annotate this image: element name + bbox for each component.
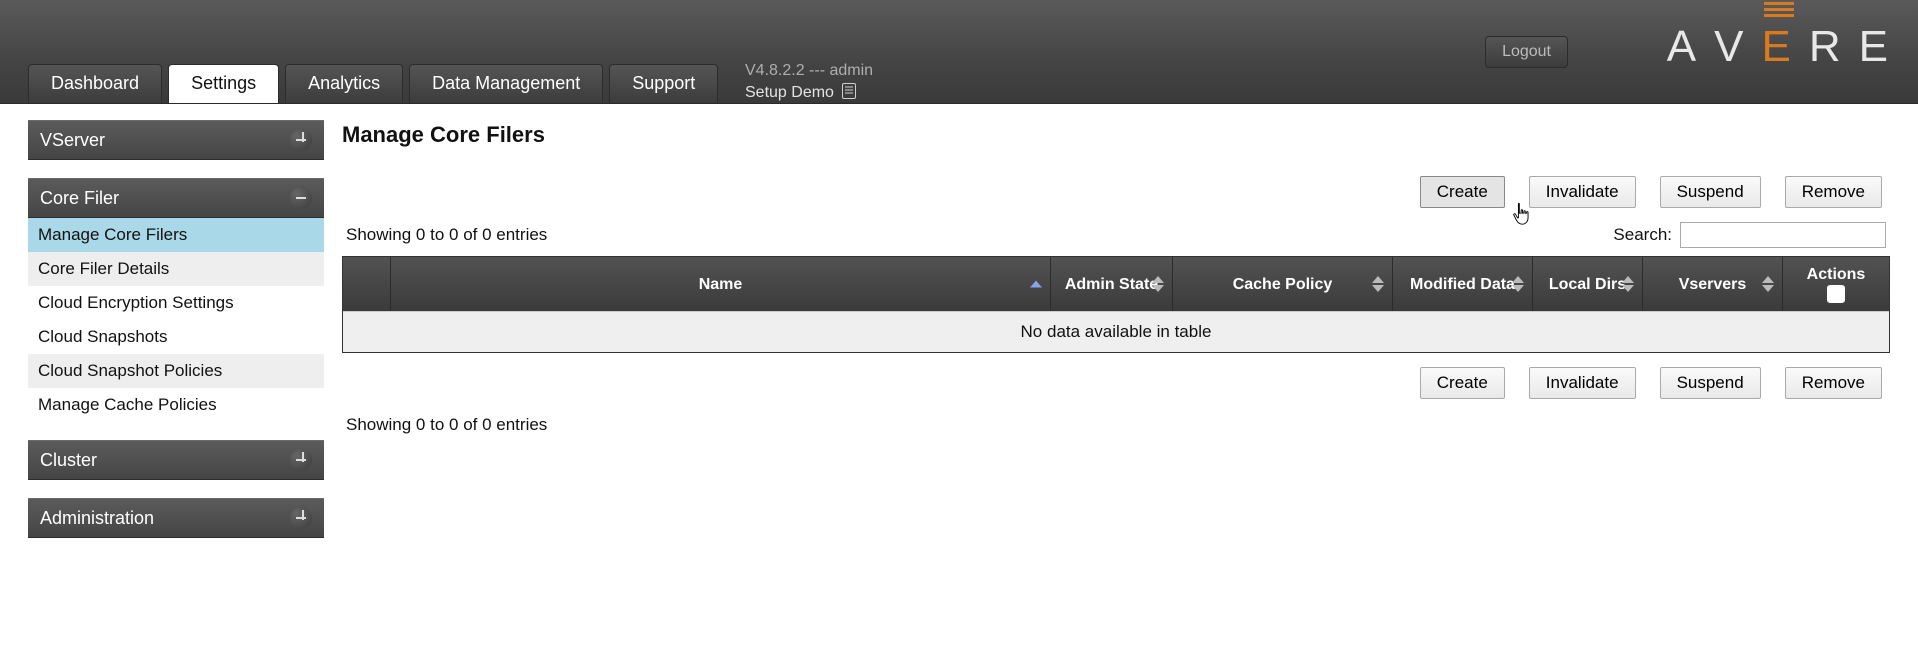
- sidebar-item-manage-cache-policies[interactable]: Manage Cache Policies: [28, 388, 324, 422]
- invalidate-button[interactable]: Invalidate: [1529, 176, 1636, 208]
- sort-icon: [1372, 276, 1384, 292]
- col-label: Name: [699, 276, 743, 293]
- version-info: V4.8.2.2 --- admin Setup Demo: [745, 60, 873, 105]
- col-label: Local Dirs: [1549, 276, 1626, 293]
- app-header: Dashboard Settings Analytics Data Manage…: [0, 0, 1918, 104]
- top-toolbar: Create Invalidate Suspend Remove: [342, 176, 1890, 208]
- bottom-toolbar: Create Invalidate Suspend Remove: [342, 353, 1890, 413]
- col-name[interactable]: Name: [391, 257, 1051, 311]
- tab-dashboard[interactable]: Dashboard: [28, 64, 162, 103]
- version-line: V4.8.2.2 --- admin: [745, 60, 873, 82]
- sort-icon: [1152, 276, 1164, 292]
- tab-data-management[interactable]: Data Management: [409, 64, 603, 103]
- select-all-checkbox[interactable]: [1827, 285, 1845, 303]
- logo-letter-v: V: [1714, 22, 1745, 72]
- sort-icon: [1512, 276, 1524, 292]
- col-modified-data[interactable]: Modified Data: [1393, 257, 1533, 311]
- brand-logo: A V E R E: [1667, 22, 1890, 72]
- tab-support[interactable]: Support: [609, 64, 718, 103]
- col-label: Actions: [1789, 265, 1883, 284]
- page-title: Manage Core Filers: [342, 122, 1890, 148]
- expand-icon: [290, 507, 312, 529]
- sidebar-item-cloud-snapshot-policies[interactable]: Cloud Snapshot Policies: [28, 354, 324, 388]
- logo-letter-e-accent: E: [1762, 22, 1793, 72]
- col-label: Admin State: [1065, 276, 1158, 293]
- sidebar-item-core-filer-details[interactable]: Core Filer Details: [28, 252, 324, 286]
- search-wrap: Search:: [1613, 222, 1886, 248]
- remove-button-bottom[interactable]: Remove: [1785, 367, 1882, 399]
- document-icon: [842, 83, 856, 106]
- sidebar-item-cloud-snapshots[interactable]: Cloud Snapshots: [28, 320, 324, 354]
- sidebar-section-vserver[interactable]: VServer: [28, 120, 324, 160]
- expand-icon: [290, 129, 312, 151]
- sidebar-section-cluster[interactable]: Cluster: [28, 440, 324, 480]
- col-label: Cache Policy: [1233, 276, 1333, 293]
- col-actions: Actions: [1783, 257, 1889, 311]
- sidebar-item-manage-core-filers[interactable]: Manage Core Filers: [28, 218, 324, 252]
- create-button[interactable]: Create: [1420, 176, 1505, 208]
- col-blank: [343, 257, 391, 311]
- setup-label: Setup Demo: [745, 84, 834, 101]
- sidebar-section-label: Cluster: [40, 450, 97, 471]
- logout-button[interactable]: Logout: [1485, 36, 1568, 68]
- table-empty-message: No data available in table: [343, 311, 1889, 352]
- sort-icon: [1030, 281, 1042, 288]
- core-filers-table: Name Admin State Cache Policy Modified D…: [342, 256, 1890, 353]
- col-cache-policy[interactable]: Cache Policy: [1173, 257, 1393, 311]
- sidebar-section-label: VServer: [40, 130, 105, 151]
- sidebar-section-label: Administration: [40, 508, 154, 529]
- sidebar-section-label: Core Filer: [40, 188, 119, 209]
- suspend-button[interactable]: Suspend: [1660, 176, 1761, 208]
- logo-letter-r: R: [1809, 22, 1843, 72]
- expand-icon: [290, 449, 312, 471]
- col-label: Vservers: [1679, 276, 1747, 293]
- sort-icon: [1762, 276, 1774, 292]
- col-label: Modified Data: [1410, 276, 1515, 293]
- search-label: Search:: [1613, 225, 1672, 245]
- collapse-icon: [290, 187, 312, 209]
- col-local-dirs[interactable]: Local Dirs: [1533, 257, 1643, 311]
- tab-settings[interactable]: Settings: [168, 64, 279, 103]
- entries-info-bottom: Showing 0 to 0 of 0 entries: [346, 415, 1886, 435]
- logo-letter-e: E: [1762, 22, 1793, 71]
- col-admin-state[interactable]: Admin State: [1051, 257, 1173, 311]
- entries-info-top: Showing 0 to 0 of 0 entries: [346, 225, 547, 245]
- remove-button[interactable]: Remove: [1785, 176, 1882, 208]
- logo-accent-bars-icon: [1764, 2, 1794, 17]
- col-vservers[interactable]: Vservers: [1643, 257, 1783, 311]
- tab-analytics[interactable]: Analytics: [285, 64, 403, 103]
- sidebar-item-cloud-encryption-settings[interactable]: Cloud Encryption Settings: [28, 286, 324, 320]
- setup-line[interactable]: Setup Demo: [745, 82, 873, 106]
- create-button-bottom[interactable]: Create: [1420, 367, 1505, 399]
- sidebar-section-administration[interactable]: Administration: [28, 498, 324, 538]
- sidebar-core-filer-items: Manage Core Filers Core Filer Details Cl…: [28, 218, 324, 422]
- suspend-button-bottom[interactable]: Suspend: [1660, 367, 1761, 399]
- logo-letter-e2: E: [1859, 22, 1890, 72]
- main-tabs: Dashboard Settings Analytics Data Manage…: [28, 64, 718, 103]
- content-area: Manage Core Filers Create Invalidate Sus…: [342, 120, 1890, 437]
- sort-icon: [1622, 276, 1634, 292]
- search-input[interactable]: [1680, 222, 1886, 248]
- sidebar-section-core-filer[interactable]: Core Filer: [28, 178, 324, 218]
- logo-letter-a: A: [1667, 22, 1698, 72]
- invalidate-button-bottom[interactable]: Invalidate: [1529, 367, 1636, 399]
- settings-sidebar: VServer Core Filer Manage Core Filers Co…: [28, 120, 324, 538]
